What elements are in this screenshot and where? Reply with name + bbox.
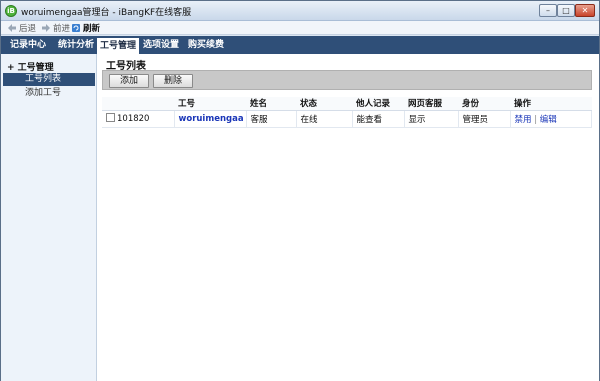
sidebar-heading[interactable]: + 工号管理: [7, 60, 54, 73]
row-actions-cell: 禁用 | 编辑: [510, 110, 592, 128]
menu-options[interactable]: 选项设置: [141, 36, 181, 54]
edit-link[interactable]: 编辑: [540, 115, 557, 125]
row-web-service: 显示: [404, 110, 459, 128]
minimize-button[interactable]: –: [539, 4, 557, 17]
row-status: 在线: [296, 110, 353, 128]
refresh-button[interactable]: 刷新: [71, 22, 100, 34]
back-arrow-icon: [8, 24, 16, 32]
table-row: 101820 woruimengaa 客服 在线 能查看 显示 管理员 禁用 |…: [102, 110, 592, 128]
main-menu: 记录中心 统计分析 工号管理 选项设置 购买续费: [1, 36, 599, 54]
row-others-records: 能查看: [352, 110, 405, 128]
row-select-cell: 101820: [102, 110, 175, 128]
back-button[interactable]: 后退: [7, 22, 36, 34]
maximize-button[interactable]: □: [557, 4, 575, 17]
row-name: 客服: [246, 110, 297, 128]
menu-records-center[interactable]: 记录中心: [5, 36, 51, 54]
column-header-name: 姓名: [246, 97, 296, 111]
row-checkbox[interactable]: [106, 113, 115, 122]
column-header-others-records: 他人记录: [352, 97, 404, 111]
table-header-row: 工号 姓名 状态 他人记录 网页客服 身份 操作: [102, 97, 592, 111]
navigation-bar: 后退 前进 刷新: [1, 21, 599, 35]
delete-button[interactable]: 删除: [153, 74, 193, 88]
title-bar: iB woruimengaa管理台 - iBangKF在线客服 – □ ✕: [1, 1, 599, 21]
sidebar: + 工号管理 工号列表 添加工号: [1, 54, 97, 381]
list-toolbar: 添加 删除: [102, 70, 592, 90]
menu-statistics[interactable]: 统计分析: [53, 36, 99, 54]
back-label: 后退: [19, 24, 37, 34]
menu-purchase[interactable]: 购买续费: [185, 36, 227, 54]
row-id: 101820: [117, 114, 150, 124]
forward-button[interactable]: 前进: [41, 22, 70, 34]
column-header-account: 工号: [174, 97, 246, 111]
column-header-actions: 操作: [510, 97, 592, 111]
refresh-label: 刷新: [83, 24, 101, 34]
app-logo-icon: iB: [5, 5, 17, 17]
refresh-icon: [72, 24, 80, 32]
close-button[interactable]: ✕: [575, 4, 595, 17]
account-link[interactable]: woruimengaa: [179, 114, 244, 124]
account-table: 工号 姓名 状态 他人记录 网页客服 身份 操作 101820 woruimen…: [102, 97, 592, 128]
sidebar-item-account-list[interactable]: 工号列表: [3, 73, 95, 86]
disable-link[interactable]: 禁用: [515, 115, 532, 125]
forward-label: 前进: [53, 24, 71, 34]
column-header-role: 身份: [458, 97, 510, 111]
main-panel: 工号列表 添加 删除 工号 姓名 状态 他人记录 网页客服 身份 操作 1018…: [98, 54, 599, 381]
column-header-status: 状态: [296, 97, 352, 111]
column-header-web-service: 网页客服: [404, 97, 458, 111]
window-title: woruimengaa管理台 - iBangKF在线客服: [21, 8, 192, 18]
menu-account-management[interactable]: 工号管理: [97, 36, 139, 54]
column-header-select: [102, 97, 174, 111]
row-role: 管理员: [458, 110, 511, 128]
app-window: iB woruimengaa管理台 - iBangKF在线客服 – □ ✕ 后退…: [0, 0, 600, 381]
action-separator: |: [531, 114, 540, 125]
row-account-cell: woruimengaa: [174, 110, 247, 128]
content-area: + 工号管理 工号列表 添加工号 工号列表 添加 删除 工号 姓名 状态 他人记…: [1, 54, 599, 381]
forward-arrow-icon: [42, 24, 50, 32]
add-button[interactable]: 添加: [109, 74, 149, 88]
sidebar-item-add-account[interactable]: 添加工号: [3, 87, 95, 100]
